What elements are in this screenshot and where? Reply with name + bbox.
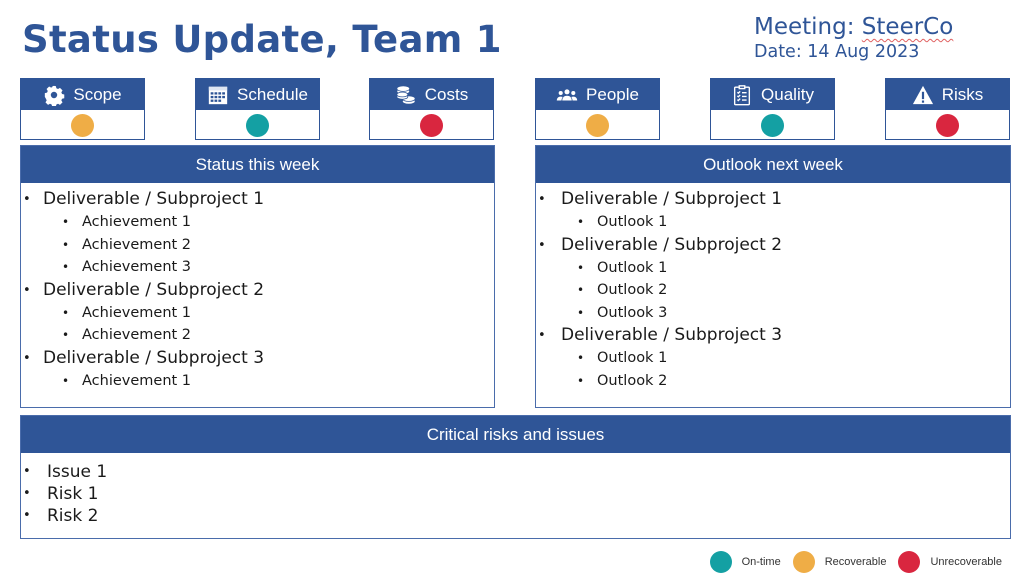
coins-icon [396,84,416,105]
legend-dot-unrecoverable [898,551,921,573]
tile-label: Schedule [237,84,308,104]
legend-label: Unrecoverable [930,556,1002,568]
panel-title: Status this week [21,146,494,183]
status-this-week-panel: Status this week Deliverable / Subprojec… [20,145,495,408]
list-item: Deliverable / Subproject 2 [21,279,494,302]
list-subitem: Achievement 1 [21,370,494,393]
status-dot [420,113,443,137]
people-icon [556,88,578,100]
status-tile-costs: Costs [369,78,494,140]
status-dot [71,113,94,137]
legend-label: On-time [741,556,781,568]
list-subitem: Outlook 1 [536,257,1010,280]
tile-label: Scope [73,84,122,104]
list-item: Deliverable / Subproject 3 [536,324,1010,347]
status-list: Deliverable / Subproject 1 Achievement 1… [21,183,494,392]
list-item: Deliverable / Subproject 1 [536,188,1010,211]
list-subitem: Achievement 1 [21,302,494,325]
tile-label: Quality [761,84,814,104]
list-subitem: Outlook 2 [536,370,1010,393]
meeting-name: SteerCo [861,14,954,40]
list-subitem: Achievement 2 [21,324,494,347]
meeting-label: Meeting: [754,14,862,40]
list-item: Risk 2 [21,505,1010,527]
legend-dot-recoverable [792,551,815,573]
list-subitem: Achievement 1 [21,211,494,234]
outlook-next-week-panel: Outlook next week Deliverable / Subproje… [535,145,1011,408]
list-subitem: Achievement 3 [21,256,494,279]
status-tile-scope: Scope [20,78,145,140]
calendar-icon [208,86,228,104]
list-item: Deliverable / Subproject 3 [21,347,494,370]
page-title: Status Update, Team 1 [22,18,502,61]
status-tile-quality: Quality [710,78,835,140]
warning-icon [912,85,933,104]
meeting-date: Date: 14 Aug 2023 [754,42,920,62]
panel-title: Outlook next week [536,146,1010,183]
status-dot [586,113,609,137]
panel-title: Critical risks and issues [21,416,1010,453]
status-dot [936,113,959,137]
tile-label: Risks [941,84,984,104]
legend-label: Recoverable [824,556,887,568]
tile-label: Costs [424,84,469,104]
meeting-info: Meeting: SteerCo [754,14,953,40]
checklist-icon [734,84,751,105]
status-dot [761,113,784,137]
list-subitem: Outlook 1 [536,347,1010,370]
list-subitem: Outlook 3 [536,302,1010,325]
list-subitem: Outlook 2 [536,279,1010,302]
legend-dot-on-time [709,551,732,573]
status-tile-schedule: Schedule [195,78,320,140]
list-item: Risk 1 [21,483,1010,505]
list-item: Deliverable / Subproject 1 [21,188,494,211]
status-dot [246,113,269,137]
list-item: Issue 1 [21,461,1010,483]
status-tile-people: People [535,78,660,140]
outlook-list: Deliverable / Subproject 1 Outlook 1 Del… [536,183,1010,392]
status-legend: On-time Recoverable Unrecoverable [709,551,1002,573]
status-tile-risks: Risks [885,78,1010,140]
critical-risks-panel: Critical risks and issues Issue 1 Risk 1… [20,415,1011,539]
risks-list: Issue 1 Risk 1 Risk 2 [21,453,1010,527]
gear-icon [45,85,65,106]
tile-label: People [586,84,639,104]
list-item: Deliverable / Subproject 2 [536,234,1010,257]
list-subitem: Outlook 1 [536,211,1010,234]
list-subitem: Achievement 2 [21,234,494,257]
